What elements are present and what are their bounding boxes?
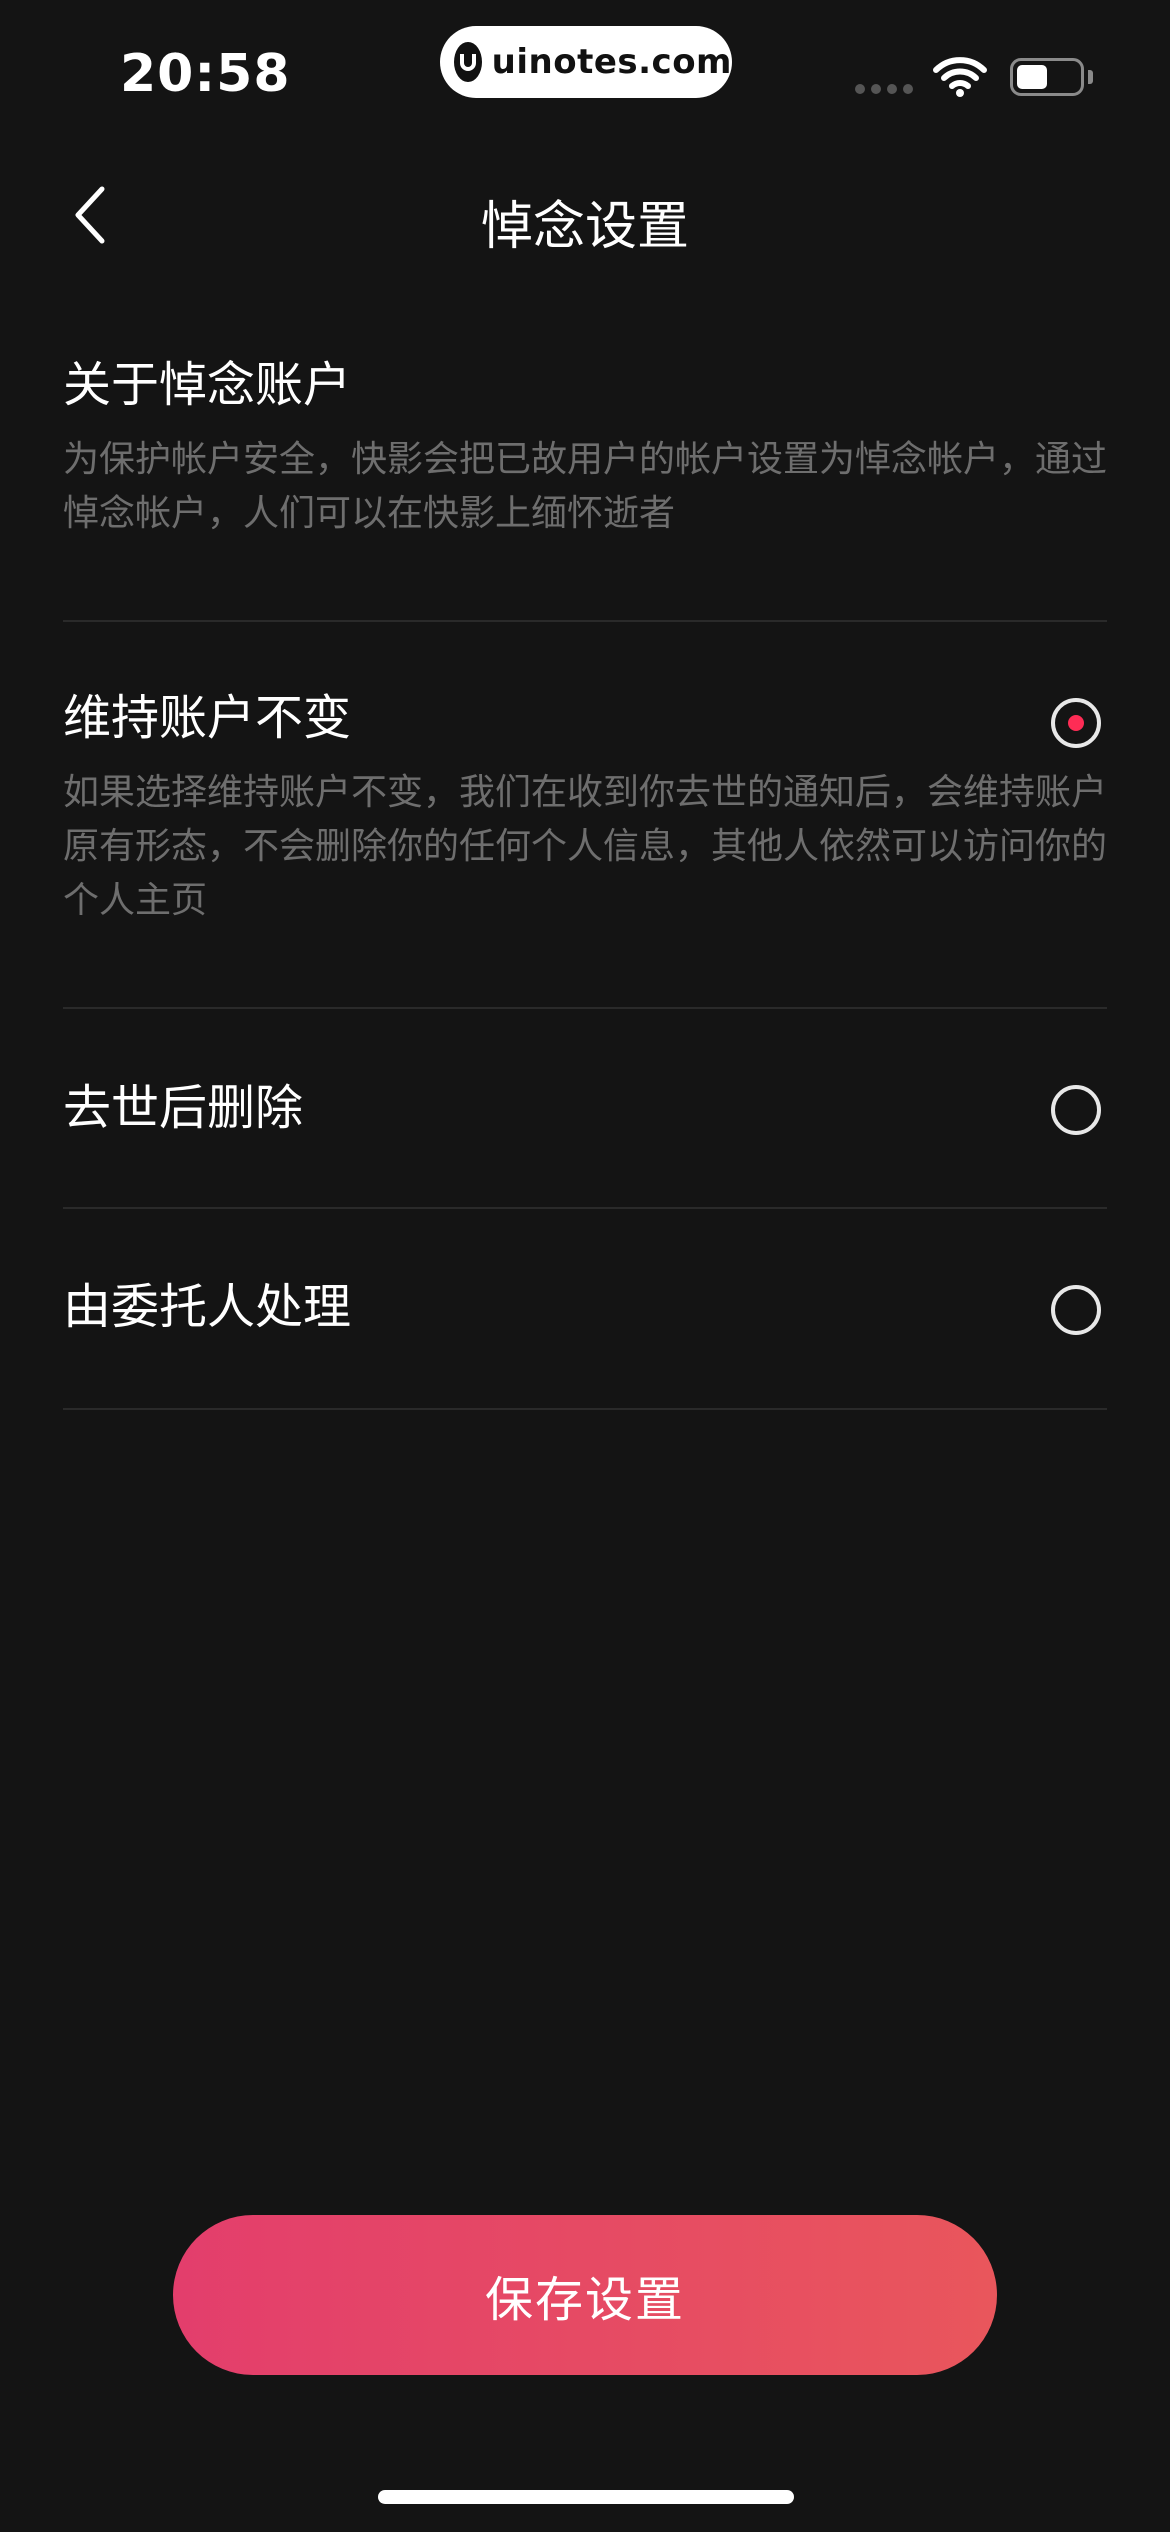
watermark-logo-icon <box>454 42 482 82</box>
about-title: 关于悼念账户 <box>63 357 352 413</box>
option-desc-line: 如果选择维持账户不变，我们在收到你去世的通知后，会维持账户 <box>63 772 1108 813</box>
home-indicator[interactable] <box>378 2490 794 2504</box>
watermark-badge: uinotes.com <box>440 26 732 98</box>
divider <box>63 1408 1107 1410</box>
option-description: 如果选择维持账户不变，我们在收到你去世的通知后，会维持账户 原有形态，不会删除你… <box>63 766 1107 928</box>
option-title: 由委托人处理 <box>63 1279 352 1335</box>
save-settings-button[interactable]: 保存设置 <box>173 2215 997 2375</box>
option-delegate[interactable]: 由委托人处理 <box>63 1277 1107 1337</box>
page-title: 悼念设置 <box>480 197 689 257</box>
about-desc-line: 为保护帐户安全，快影会把已故用户的帐户设置为悼念帐户，通过 <box>63 439 1108 480</box>
radio-delegate[interactable] <box>1051 1285 1101 1335</box>
battery-tip <box>1088 70 1093 84</box>
wifi-icon <box>932 56 988 102</box>
option-keep-account[interactable]: 维持账户不变 如果选择维持账户不变，我们在收到你去世的通知后，会维持账户 原有形… <box>63 688 1107 928</box>
divider <box>63 620 1107 622</box>
memorial-settings-screen: 20:58 uinotes.com 悼念设置 关于悼念账户 为保护帐户安全，快影… <box>0 0 1170 2532</box>
battery-icon <box>1010 58 1084 96</box>
signal-dots-icon <box>855 84 913 94</box>
option-delete-after-death[interactable]: 去世后删除 <box>63 1078 1107 1138</box>
radio-delete-after-death[interactable] <box>1051 1085 1101 1135</box>
option-desc-line: 原有形态，不会删除你的任何个人信息，其他人依然可以访问你的 <box>63 826 1108 867</box>
divider <box>63 1207 1107 1209</box>
about-desc-line: 悼念帐户，人们可以在快影上缅怀逝者 <box>63 493 676 534</box>
radio-keep-account-selected[interactable] <box>1051 698 1101 748</box>
about-memorial-section: 关于悼念账户 为保护帐户安全，快影会把已故用户的帐户设置为悼念帐户，通过 悼念帐… <box>63 355 1107 541</box>
option-desc-line: 个人主页 <box>63 880 208 921</box>
option-title: 去世后删除 <box>63 1080 304 1136</box>
option-title: 维持账户不变 <box>63 690 352 746</box>
about-description: 为保护帐户安全，快影会把已故用户的帐户设置为悼念帐户，通过 悼念帐户，人们可以在… <box>63 433 1107 541</box>
divider <box>63 1007 1107 1009</box>
status-time: 20:58 <box>120 44 291 104</box>
watermark-text: uinotes.com <box>491 42 732 82</box>
radio-selected-dot <box>1068 715 1084 731</box>
